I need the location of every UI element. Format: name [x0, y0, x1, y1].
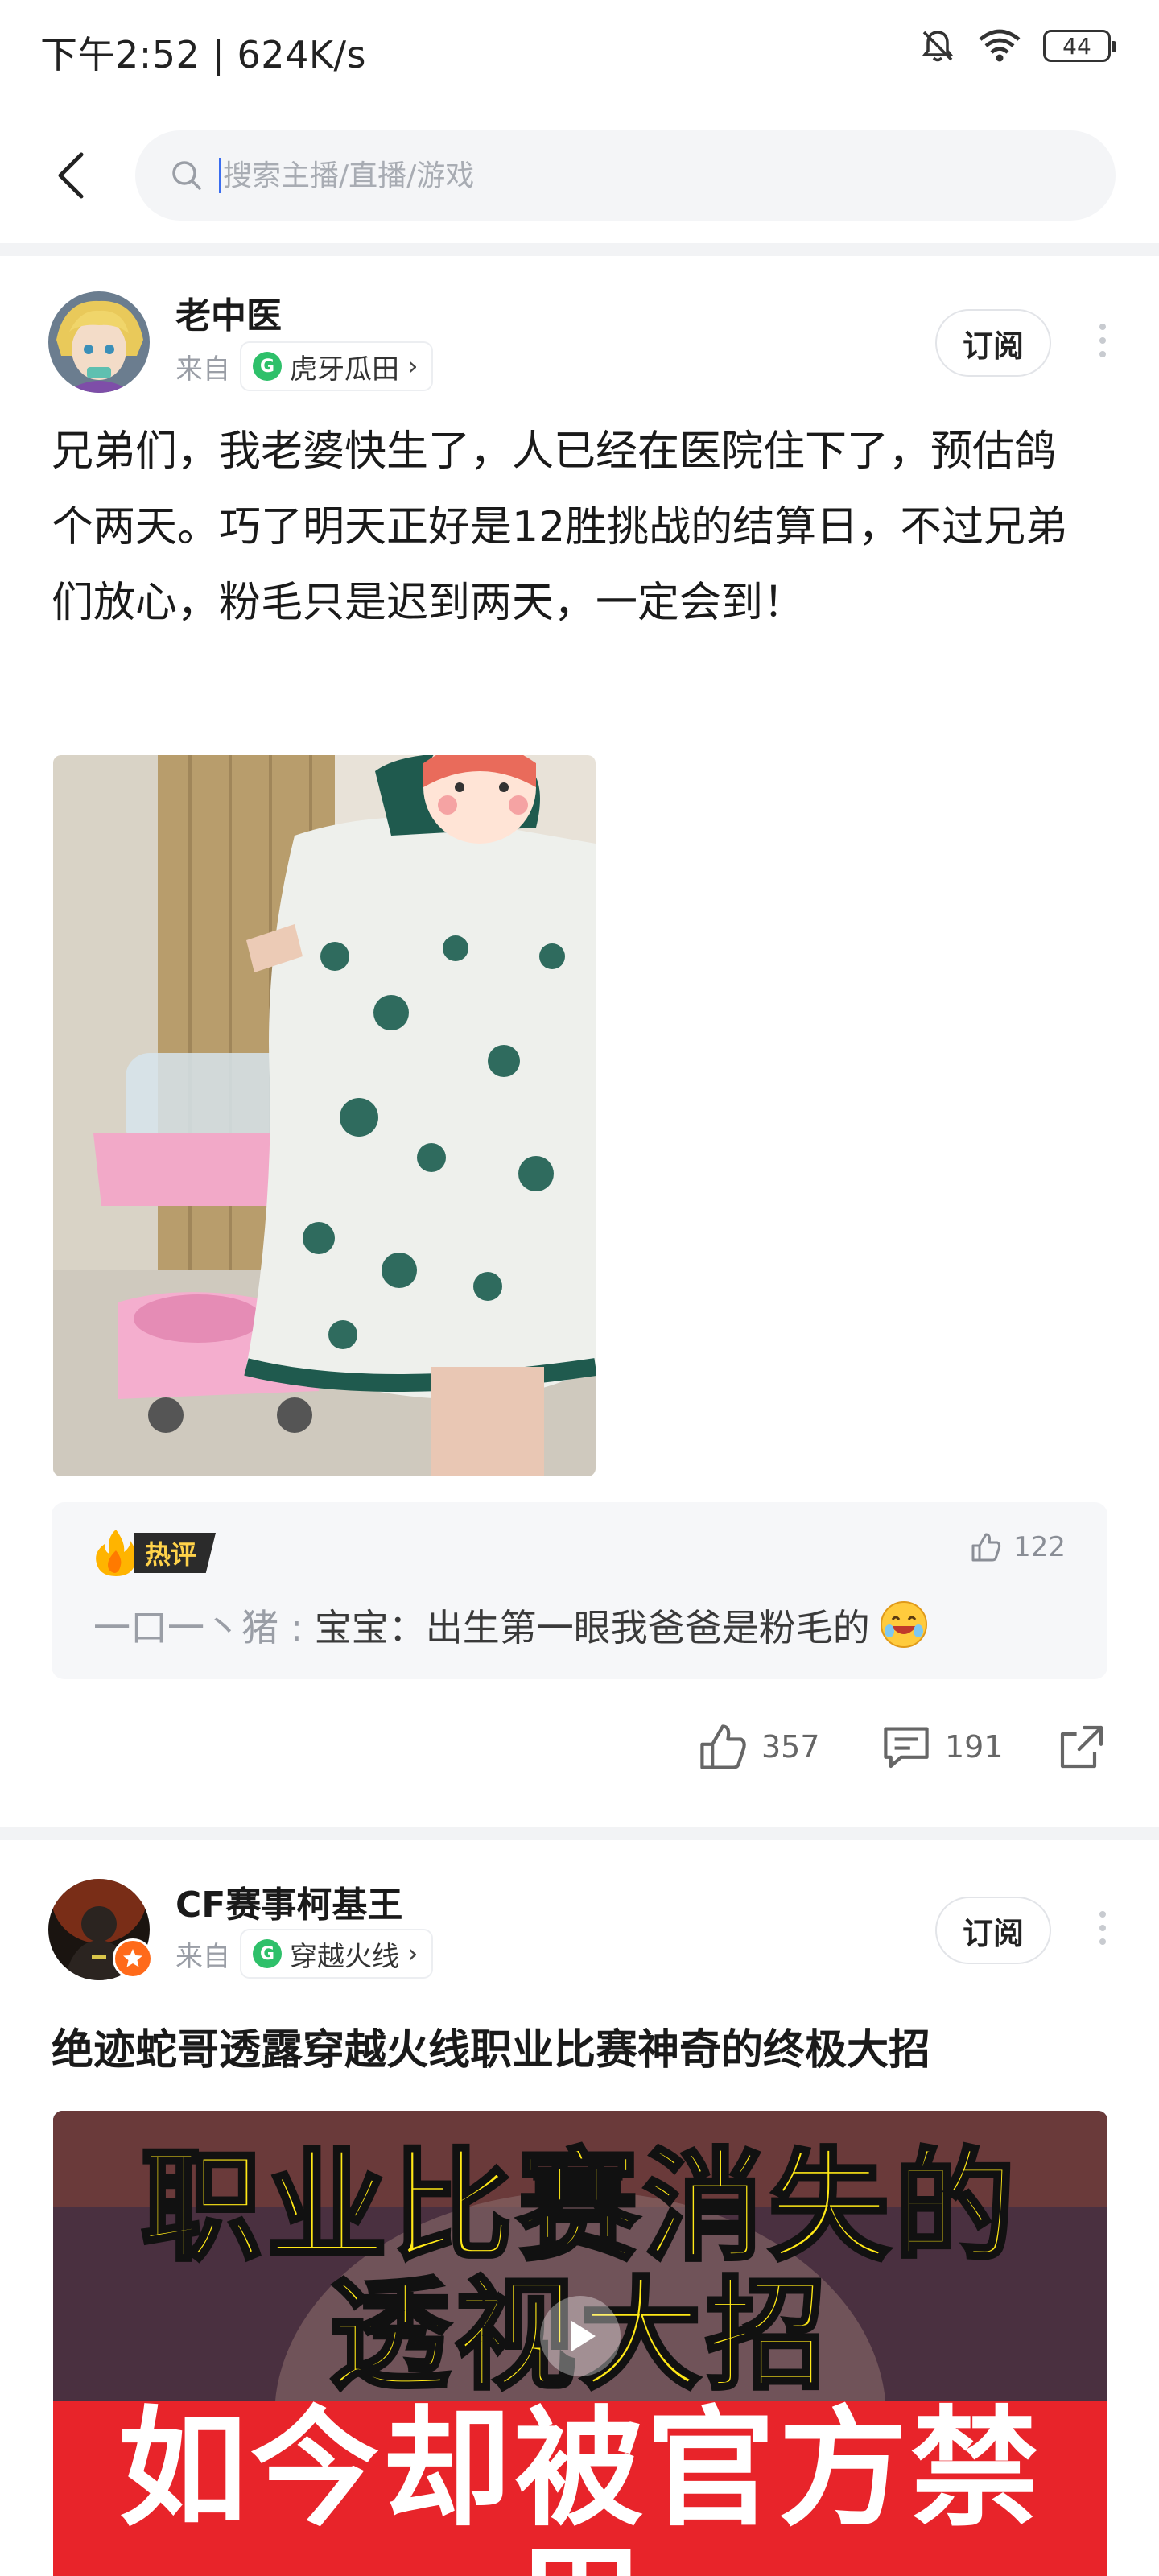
source-line: 来自 G 虎牙瓜田 › [175, 341, 433, 391]
topic-icon: G [253, 1939, 282, 1968]
subscribe-button[interactable]: 订阅 [935, 309, 1051, 377]
author-name[interactable]: 老中医 [175, 287, 282, 338]
share-button[interactable] [1056, 1721, 1107, 1773]
source-chip[interactable]: G 穿越火线 › [240, 1929, 433, 1979]
laughing-face-icon [880, 1601, 927, 1648]
source-line: 来自 G 穿越火线 › [175, 1929, 433, 1979]
battery-icon: 44 [1043, 30, 1116, 62]
text-cursor [219, 158, 221, 193]
anime-avatar-image [48, 291, 150, 393]
subscribe-button[interactable]: 订阅 [935, 1897, 1051, 1964]
like-count: 357 [761, 1729, 820, 1765]
chevron-left-icon [58, 152, 84, 199]
hot-comment-badge: 热评 [93, 1528, 217, 1578]
author-name[interactable]: CF赛事柯基王 [175, 1876, 402, 1927]
feed-post[interactable]: CF赛事柯基王 来自 G 穿越火线 › 订阅 绝迹蛇哥透露穿越火线职业比赛神奇的… [0, 1840, 1159, 2576]
comment-user[interactable]: 一口一丶猪 : [93, 1606, 315, 1649]
video-caption-line-3: 如今却被官方禁用 [53, 2401, 1107, 2576]
search-icon [172, 161, 201, 190]
video-caption-line-1: 职业比赛消失的 [138, 2137, 1020, 2277]
comment-icon [884, 1727, 929, 1769]
topic-icon: G [253, 352, 282, 381]
section-divider [0, 243, 1159, 256]
more-options-icon[interactable] [1095, 1911, 1111, 1945]
bell-muted-icon [922, 31, 954, 62]
search-header [0, 121, 1159, 242]
section-divider [0, 1827, 1159, 1840]
hospital-photo [53, 755, 596, 1476]
from-label: 来自 [175, 353, 230, 386]
hot-badge-label: 热评 [134, 1533, 217, 1573]
status-time-speed: 下午2:52 | 624K/s [40, 33, 366, 76]
source-name: 穿越火线 [290, 1940, 399, 1973]
verified-badge-icon [113, 1938, 153, 1979]
post-title[interactable]: 绝迹蛇哥透露穿越火线职业比赛神奇的终极大招 [52, 2016, 930, 2076]
comment-like-count: 122 [1013, 1531, 1066, 1563]
flame-icon [96, 1530, 137, 1576]
comment-like[interactable]: 122 [970, 1531, 1066, 1563]
post-action-bar: 357 191 [0, 1713, 1159, 1785]
search-bar[interactable] [135, 130, 1116, 221]
video-thumbnail[interactable]: 职业比赛消失的 透视大招 如今却被官方禁用 [53, 2111, 1107, 2576]
comment-count: 191 [945, 1729, 1004, 1765]
status-bar: 下午2:52 | 624K/s 44 [0, 0, 1159, 105]
avatar[interactable] [48, 291, 150, 393]
thumbs-up-icon [700, 1724, 746, 1769]
more-options-icon[interactable] [1095, 324, 1111, 357]
post-text: 兄弟们，我老婆快生了，人已经在医院住下了，预估鸽个两天。巧了明天正好是12胜挑战… [52, 427, 1068, 627]
play-icon[interactable] [540, 2296, 621, 2376]
search-input[interactable] [223, 159, 947, 192]
thumbs-up-icon [971, 1533, 1001, 1562]
comment-text: 一口一丶猪 : 宝宝：出生第一眼我爸爸是粉毛的 [93, 1599, 930, 1652]
battery-level: 44 [1062, 32, 1091, 60]
chevron-right-icon: › [407, 1938, 419, 1970]
from-label: 来自 [175, 1940, 230, 1973]
wifi-icon [979, 29, 1021, 62]
back-button[interactable] [42, 143, 98, 208]
chevron-right-icon: › [407, 350, 419, 382]
comment-content: 宝宝：出生第一眼我爸爸是粉毛的 [314, 1606, 870, 1649]
post-image[interactable] [53, 755, 596, 1476]
source-chip[interactable]: G 虎牙瓜田 › [240, 341, 433, 391]
feed-post[interactable]: 老中医 来自 G 虎牙瓜田 › 订阅 兄弟们，我老婆快生了，人已经在医院住下了，… [0, 256, 1159, 1842]
source-name: 虎牙瓜田 [290, 353, 399, 386]
hot-comment[interactable]: 热评 122 一口一丶猪 : 宝宝：出生第一眼我爸爸是粉毛的 [52, 1502, 1107, 1679]
status-icons: 44 [919, 27, 1116, 64]
comment-button[interactable]: 191 [881, 1721, 1004, 1773]
like-button[interactable]: 357 [697, 1721, 820, 1773]
share-icon [1060, 1725, 1103, 1769]
